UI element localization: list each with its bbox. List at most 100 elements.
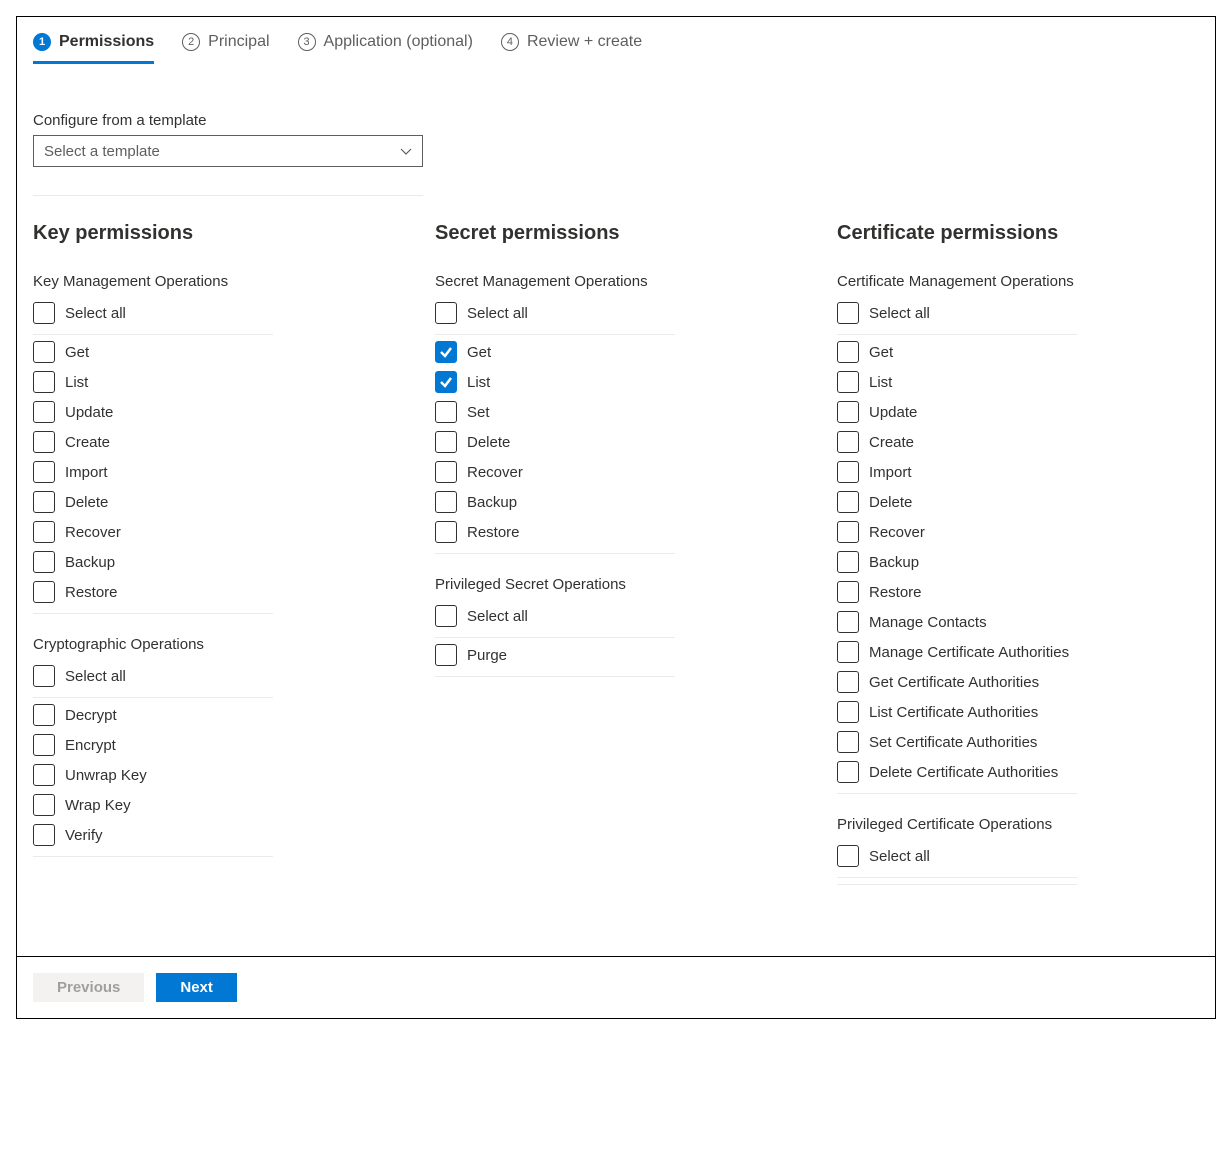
tab-step-1[interactable]: 1Permissions [33, 33, 154, 64]
permission-checkbox[interactable]: Recover [435, 457, 797, 487]
checkbox-label: Backup [467, 494, 517, 511]
checkbox-box [33, 302, 55, 324]
checkbox-box [33, 734, 55, 756]
select-all-checkbox[interactable]: Select all [435, 298, 797, 328]
checkbox-box [33, 704, 55, 726]
checkbox-box [435, 302, 457, 324]
permission-checkbox[interactable]: Wrap Key [33, 790, 395, 820]
permission-checkbox[interactable]: Delete [33, 487, 395, 517]
permission-checkbox[interactable]: Import [33, 457, 395, 487]
checkbox-label: Get Certificate Authorities [869, 674, 1039, 691]
permission-checkbox[interactable]: Restore [33, 577, 395, 607]
permission-checkbox[interactable]: Update [837, 397, 1199, 427]
permission-checkbox[interactable]: Recover [837, 517, 1199, 547]
permission-checkbox[interactable]: Delete Certificate Authorities [837, 757, 1199, 787]
checkbox-label: Verify [65, 827, 103, 844]
permission-checkbox[interactable]: Set Certificate Authorities [837, 727, 1199, 757]
checkbox-label: Restore [467, 524, 520, 541]
permission-checkbox[interactable]: Delete [435, 427, 797, 457]
permission-checkbox[interactable]: Delete [837, 487, 1199, 517]
tab-label: Application (optional) [324, 33, 473, 51]
permission-checkbox[interactable]: Restore [435, 517, 797, 547]
select-all-checkbox[interactable]: Select all [435, 601, 797, 631]
next-button[interactable]: Next [156, 973, 237, 1002]
wizard-tabs: 1Permissions 2 Principal 3 Application (opti… [17, 17, 1215, 68]
checkbox-label: Backup [869, 554, 919, 571]
previous-button[interactable]: Previous [33, 973, 144, 1002]
checkbox-label: Select all [869, 848, 930, 865]
permission-checkbox[interactable]: Import [837, 457, 1199, 487]
select-all-checkbox[interactable]: Select all [33, 661, 395, 691]
tab-label: Principal [208, 33, 269, 51]
wizard-content: Configure from a template Select a templ… [17, 68, 1215, 956]
permission-checkbox[interactable]: List [33, 367, 395, 397]
permission-checkbox[interactable]: Get [837, 337, 1199, 367]
permission-checkbox[interactable]: Backup [33, 547, 395, 577]
checkbox-box [435, 491, 457, 513]
checkbox-label: Delete [869, 494, 912, 511]
checkbox-box [33, 431, 55, 453]
permission-checkbox[interactable]: Update [33, 397, 395, 427]
divider [33, 613, 273, 614]
template-select[interactable]: Select a template [33, 135, 423, 167]
column-title: Key permissions [33, 222, 395, 245]
checkbox-label: List Certificate Authorities [869, 704, 1038, 721]
checkbox-box [33, 581, 55, 603]
select-all-checkbox[interactable]: Select all [33, 298, 395, 328]
permission-checkbox[interactable]: Recover [33, 517, 395, 547]
checkbox-label: List [467, 374, 490, 391]
permission-checkbox[interactable]: List Certificate Authorities [837, 697, 1199, 727]
checkbox-box [837, 671, 859, 693]
permission-checkbox[interactable]: Create [33, 427, 395, 457]
permission-checkbox[interactable]: Verify [33, 820, 395, 850]
checkbox-box [837, 731, 859, 753]
permission-checkbox[interactable]: Set [435, 397, 797, 427]
permission-checkbox[interactable]: Create [837, 427, 1199, 457]
tab-number: 2 [182, 33, 200, 51]
divider [33, 334, 273, 335]
checkbox-label: Select all [869, 305, 930, 322]
permission-checkbox[interactable]: Restore [837, 577, 1199, 607]
permission-checkbox[interactable]: Manage Contacts [837, 607, 1199, 637]
template-label: Configure from a template [33, 112, 1199, 129]
permission-checkbox[interactable]: Purge [435, 640, 797, 670]
permission-checkbox[interactable]: List [435, 367, 797, 397]
chevron-down-icon [400, 145, 412, 157]
divider [837, 334, 1077, 335]
permission-checkbox[interactable]: Unwrap Key [33, 760, 395, 790]
wizard-footer: Previous Next [17, 956, 1215, 1018]
checkbox-label: Manage Certificate Authorities [869, 644, 1069, 661]
checkbox-box [435, 461, 457, 483]
checkbox-label: Restore [65, 584, 118, 601]
tab-number: 3 [298, 33, 316, 51]
select-all-checkbox[interactable]: Select all [837, 298, 1199, 328]
group-title: Cryptographic Operations [33, 636, 395, 653]
checkbox-box [837, 611, 859, 633]
permission-checkbox[interactable]: Get [33, 337, 395, 367]
permission-checkbox[interactable]: Encrypt [33, 730, 395, 760]
checkbox-label: Get [65, 344, 89, 361]
permission-checkbox[interactable]: Get Certificate Authorities [837, 667, 1199, 697]
checkbox-box [33, 401, 55, 423]
permission-checkbox[interactable]: Decrypt [33, 700, 395, 730]
permission-checkbox[interactable]: Backup [837, 547, 1199, 577]
checkbox-label: Recover [467, 464, 523, 481]
permission-checkbox[interactable]: Get [435, 337, 797, 367]
checkbox-label: Delete [65, 494, 108, 511]
tab-step-2[interactable]: 2 Principal [182, 33, 269, 64]
tab-step-4[interactable]: 4Review + create [501, 33, 642, 64]
permission-checkbox[interactable]: Backup [435, 487, 797, 517]
permission-checkbox[interactable]: Manage Certificate Authorities [837, 637, 1199, 667]
checkbox-box [435, 644, 457, 666]
checkbox-label: Create [869, 434, 914, 451]
checkbox-box [837, 302, 859, 324]
divider [837, 793, 1077, 794]
checkbox-label: List [869, 374, 892, 391]
select-all-checkbox[interactable]: Select all [837, 841, 1199, 871]
checkbox-box [837, 461, 859, 483]
tab-step-3[interactable]: 3 Application (optional) [298, 33, 473, 64]
checkbox-label: Get [467, 344, 491, 361]
permission-checkbox[interactable]: List [837, 367, 1199, 397]
checkbox-box [837, 581, 859, 603]
checkbox-label: Import [869, 464, 912, 481]
